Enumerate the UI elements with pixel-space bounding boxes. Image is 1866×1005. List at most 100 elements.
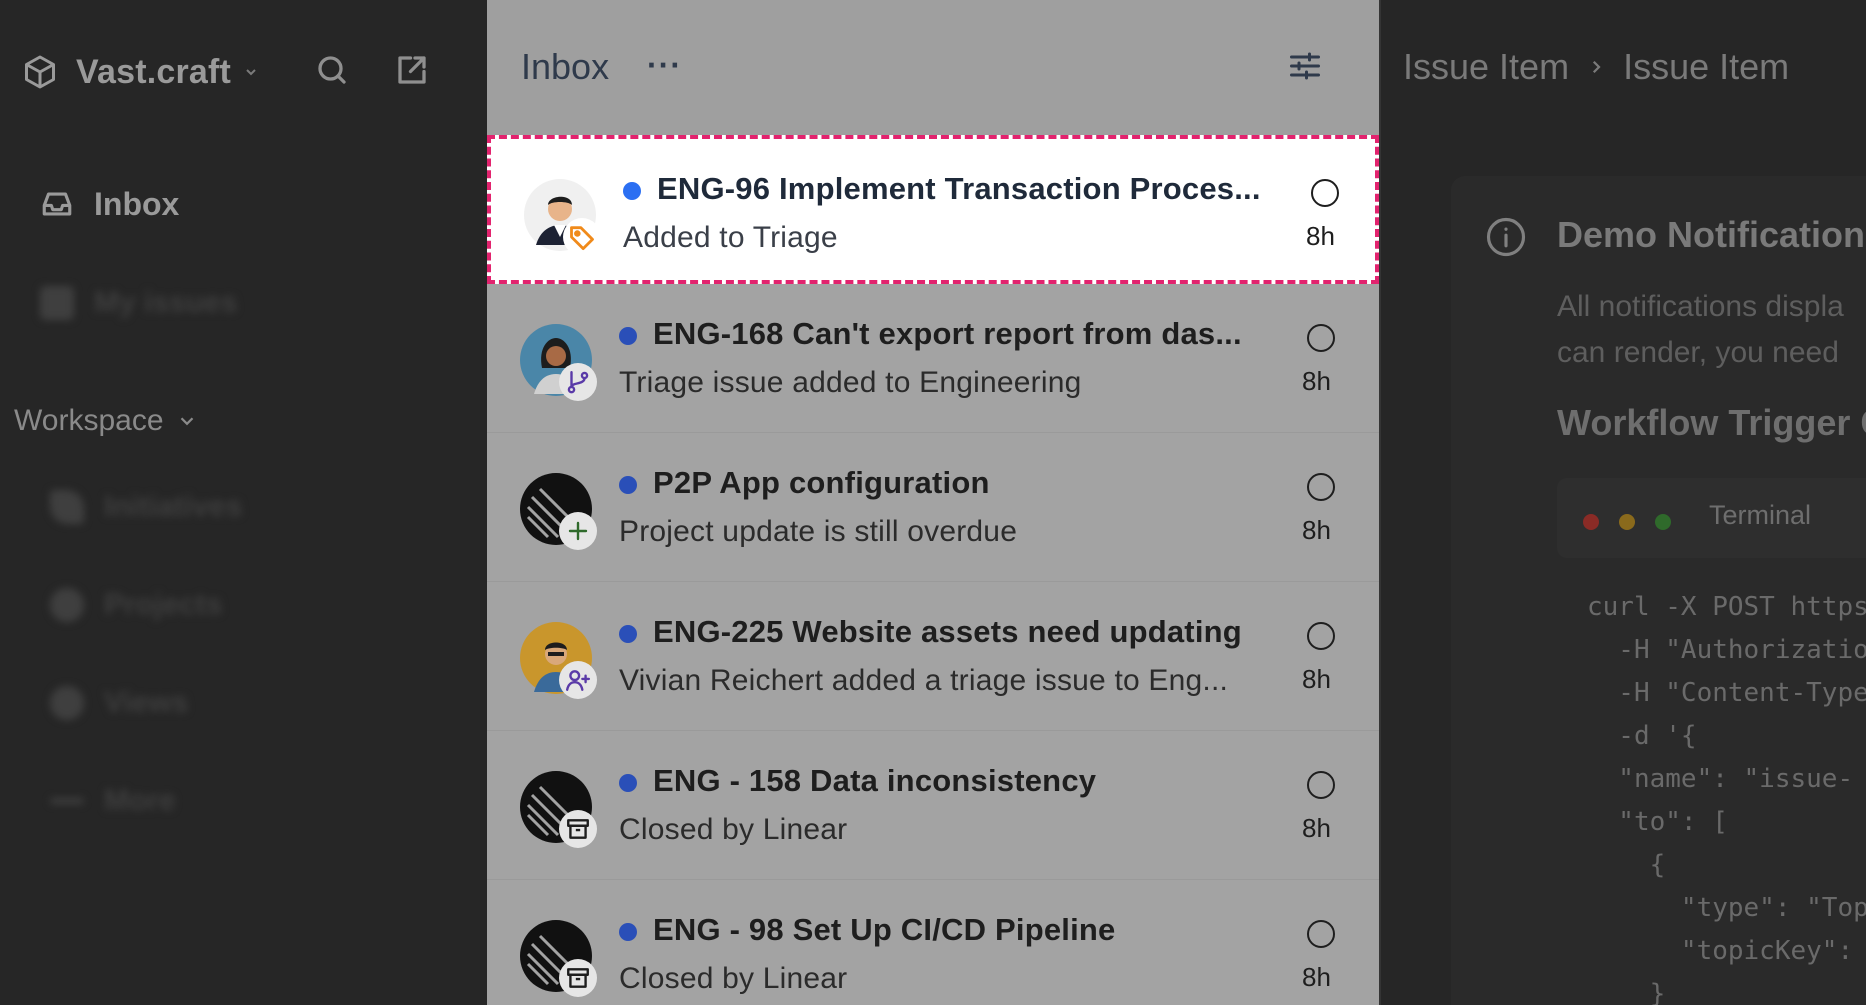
notification-title: ENG - 158 Data inconsistency [653, 763, 1097, 798]
code-line: } [1587, 979, 1666, 1005]
breadcrumb-item[interactable]: Issue Item [1623, 46, 1789, 88]
notification-subtitle: Added to Triage [623, 221, 838, 254]
notification-title: ENG-96 Implement Transaction Proces... [657, 171, 1261, 206]
plus-icon [559, 512, 597, 550]
code-block: curl -X POST https -H "Authorizatio -H "… [1587, 586, 1866, 1005]
issue-detail-panel: Issue Item Issue Item Demo Notifications… [1379, 0, 1866, 1005]
code-line: "to": [ [1587, 807, 1728, 837]
minimize-dot-icon [1619, 514, 1635, 530]
maximize-dot-icon [1655, 514, 1671, 530]
workspace-section-label: Workspace [14, 404, 164, 437]
notification-item[interactable]: P2P App configuration Project update is … [487, 433, 1379, 582]
sidebar-item-label: Projects [104, 588, 223, 621]
sidebar-item-more[interactable]: More [50, 784, 176, 818]
more-options-button[interactable]: ··· [647, 49, 687, 86]
inbox-panel: Inbox ··· ENG-96 Implement Transaction P… [487, 0, 1379, 1005]
code-line: -H "Authorizatio [1587, 635, 1866, 665]
workspace-name: Vast.craft [76, 52, 232, 91]
code-line: { [1587, 850, 1666, 880]
mark-read-toggle[interactable] [1307, 771, 1335, 799]
workflow-trigger-title: Workflow Trigger C [1557, 402, 1866, 443]
chevron-down-icon [246, 69, 256, 76]
sidebar-item-projects[interactable]: Projects [50, 588, 222, 622]
notification-time: 8h [1302, 515, 1331, 545]
branch-icon [559, 363, 597, 401]
filter-settings-icon[interactable] [1287, 48, 1323, 84]
mark-read-toggle[interactable] [1307, 920, 1335, 948]
breadcrumb-item[interactable]: Issue Item [1403, 46, 1569, 88]
notification-title: ENG-225 Website assets need updating [653, 614, 1242, 649]
workspace-section-header[interactable]: Workspace [14, 404, 198, 438]
unread-dot [619, 625, 637, 643]
breadcrumb: Issue Item Issue Item [1403, 46, 1789, 88]
inbox-icon [42, 192, 72, 216]
notification-time: 8h [1302, 366, 1331, 396]
card-title: Demo Notifications [1557, 214, 1866, 255]
archive-icon [559, 959, 597, 997]
notification-time: 8h [1302, 813, 1331, 843]
notification-subtitle: Triage issue added to Engineering [619, 366, 1082, 399]
notification-subtitle: Closed by Linear [619, 962, 848, 995]
notification-item[interactable]: ENG - 158 Data inconsistency Closed by L… [487, 731, 1379, 880]
sidebar-item-views[interactable]: Views [50, 686, 189, 720]
code-line: curl -X POST https [1587, 592, 1866, 622]
notification-item[interactable]: ENG - 98 Set Up CI/CD Pipeline Closed by… [487, 880, 1379, 1005]
chevron-down-icon [180, 417, 193, 426]
sidebar-item-label: My issues [94, 286, 238, 319]
mark-read-toggle[interactable] [1307, 324, 1335, 352]
card-description-line: can render, you need [1557, 336, 1839, 369]
more-icon [50, 798, 84, 804]
sidebar-item-label: More [104, 784, 176, 817]
sidebar-item-label: Initiatives [104, 490, 243, 523]
notification-item[interactable]: ENG-168 Can't export report from das... … [487, 284, 1379, 433]
unread-dot [623, 182, 641, 200]
unread-dot [619, 923, 637, 941]
search-icon[interactable] [314, 52, 350, 88]
sidebar-item-my-issues[interactable]: My issues [40, 286, 237, 320]
terminal-header: Terminal [1557, 478, 1866, 558]
sidebar: Vast.craft Inbox My issues Workspace Ini… [0, 0, 487, 1005]
close-dot-icon [1583, 514, 1599, 530]
info-icon [1486, 217, 1526, 257]
notification-item[interactable]: ENG-96 Implement Transaction Proces... A… [487, 135, 1379, 284]
mark-read-toggle[interactable] [1307, 622, 1335, 650]
views-icon [50, 686, 84, 720]
notification-subtitle: Closed by Linear [619, 813, 848, 846]
notification-title: ENG - 98 Set Up CI/CD Pipeline [653, 912, 1116, 947]
code-line: "topicKey": [1587, 936, 1854, 966]
code-line: -d '{ [1587, 721, 1697, 751]
my-issues-icon [40, 286, 74, 320]
add-user-icon [559, 661, 597, 699]
sidebar-item-label: Inbox [94, 185, 180, 222]
workspace-switcher[interactable]: Vast.craft [22, 48, 259, 96]
sidebar-item-initiatives[interactable]: Initiatives [50, 490, 242, 524]
terminal-label: Terminal [1709, 500, 1812, 530]
notification-time: 8h [1302, 962, 1331, 992]
notification-subtitle: Project update is still overdue [619, 515, 1018, 548]
notification-time: 8h [1306, 221, 1335, 251]
sidebar-item-label: Views [104, 686, 189, 719]
unread-dot [619, 774, 637, 792]
initiatives-icon [50, 490, 84, 524]
mark-read-toggle[interactable] [1307, 473, 1335, 501]
unread-dot [619, 476, 637, 494]
projects-icon [50, 588, 84, 622]
notification-title: ENG-168 Can't export report from das... [653, 316, 1242, 351]
mark-read-toggle[interactable] [1311, 179, 1339, 207]
code-line: "name": "issue- [1587, 764, 1854, 794]
tag-icon [563, 218, 601, 256]
unread-dot [619, 327, 637, 345]
notification-subtitle: Vivian Reichert added a triage issue to … [619, 664, 1229, 697]
code-line: -H "Content-Type [1587, 678, 1866, 708]
cube-logo-icon [25, 55, 55, 89]
compose-icon[interactable] [394, 52, 430, 88]
card-description-line: All notifications displa [1557, 290, 1844, 323]
notification-time: 8h [1302, 664, 1331, 694]
chevron-right-icon [1593, 60, 1601, 74]
notification-item[interactable]: ENG-225 Website assets need updating Viv… [487, 582, 1379, 731]
code-line: "type": "Top [1587, 893, 1866, 923]
inbox-header: Inbox ··· [487, 0, 1379, 135]
inbox-title: Inbox [521, 46, 610, 87]
notification-title: P2P App configuration [653, 465, 990, 500]
sidebar-item-inbox[interactable]: Inbox [36, 176, 196, 232]
